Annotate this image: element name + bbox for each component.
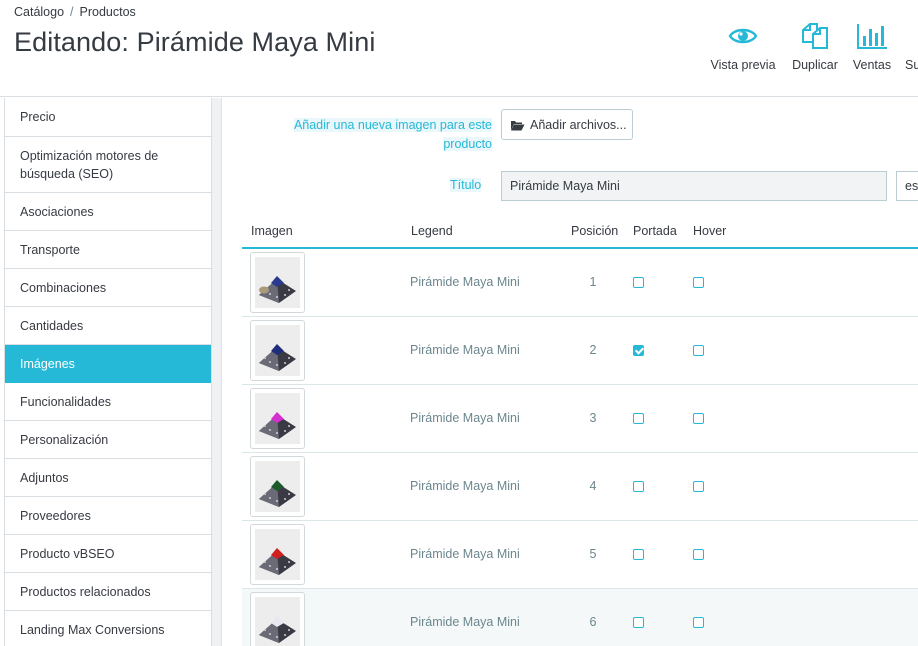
images-table: Imagen Legend Posición Portada Hover Pir…	[242, 216, 918, 646]
upload-label: Añadir una nueva imagen para este produc…	[293, 118, 492, 151]
header-position: Posición	[571, 224, 619, 238]
more-label: Su	[905, 58, 918, 72]
product-thumbnail[interactable]	[250, 388, 305, 449]
title-input[interactable]: Pirámide Maya Mini	[501, 171, 887, 201]
row-legend: Pirámide Maya Mini	[410, 343, 520, 357]
table-row[interactable]: Pirámide Maya Mini 3	[242, 385, 918, 453]
breadcrumb-separator: /	[70, 5, 74, 19]
header-hover: Hover	[693, 224, 727, 238]
pyramid-image	[255, 393, 300, 444]
sidebar-item-related-products[interactable]: Productos relacionados	[5, 573, 211, 611]
row-position: 1	[589, 275, 597, 289]
pyramid-graphic	[255, 529, 300, 580]
row-legend: Pirámide Maya Mini	[410, 615, 520, 629]
table-row[interactable]: Pirámide Maya Mini 2	[242, 317, 918, 385]
copy-icon	[802, 23, 828, 49]
header-cover: Portada	[633, 224, 677, 238]
hover-checkbox[interactable]	[693, 617, 704, 628]
sidebar-item-images[interactable]: Imágenes	[5, 345, 211, 383]
pyramid-graphic	[255, 393, 300, 444]
product-tabs-sidebar: Precio Optimización motores de búsqueda …	[4, 98, 212, 646]
hover-checkbox[interactable]	[693, 549, 704, 560]
cover-checkbox[interactable]	[633, 345, 644, 356]
table-row[interactable]: Pirámide Maya Mini 4	[242, 453, 918, 521]
pyramid-image	[255, 325, 300, 376]
preview-label: Vista previa	[710, 58, 776, 72]
title-label: Título	[450, 178, 482, 192]
row-position: 3	[589, 411, 597, 425]
sidebar-divider	[212, 98, 222, 646]
sales-button[interactable]: Ventas	[851, 20, 893, 72]
images-panel: Añadir una nueva imagen para este produc…	[222, 98, 918, 646]
header-image: Imagen	[251, 224, 293, 238]
cover-checkbox[interactable]	[633, 549, 644, 560]
sidebar-item-features[interactable]: Funcionalidades	[5, 383, 211, 421]
duplicate-button[interactable]: Duplicar	[790, 20, 840, 72]
pyramid-graphic	[255, 257, 300, 308]
table-row[interactable]: Pirámide Maya Mini 1	[242, 249, 918, 317]
cover-checkbox[interactable]	[633, 413, 644, 424]
hover-checkbox[interactable]	[693, 277, 704, 288]
sales-label: Ventas	[852, 58, 892, 72]
sidebar-item-price[interactable]: Precio	[5, 98, 211, 137]
pyramid-graphic	[255, 325, 300, 376]
hover-checkbox[interactable]	[693, 481, 704, 492]
row-position: 6	[589, 615, 597, 629]
sidebar-item-landing-max[interactable]: Landing Max Conversions	[5, 611, 211, 646]
row-position: 5	[589, 547, 597, 561]
product-thumbnail[interactable]	[250, 592, 305, 646]
row-legend: Pirámide Maya Mini	[410, 275, 520, 289]
language-select[interactable]: es	[896, 171, 918, 201]
breadcrumb: Catálogo / Productos	[14, 5, 136, 19]
add-files-label: Añadir archivos...	[530, 117, 627, 132]
page-header: Catálogo / Productos Editando: Pirámide Ma…	[0, 0, 918, 97]
pyramid-graphic	[255, 461, 300, 512]
product-thumbnail[interactable]	[250, 456, 305, 517]
sidebar-item-attachments[interactable]: Adjuntos	[5, 459, 211, 497]
cover-checkbox[interactable]	[633, 277, 644, 288]
header-legend: Legend	[411, 224, 453, 238]
bar-chart-icon	[857, 24, 887, 49]
sidebar-item-suppliers[interactable]: Proveedores	[5, 497, 211, 535]
product-thumbnail[interactable]	[250, 252, 305, 313]
table-row[interactable]: Pirámide Maya Mini 6	[242, 589, 918, 646]
row-legend: Pirámide Maya Mini	[410, 411, 520, 425]
cover-checkbox[interactable]	[633, 481, 644, 492]
row-legend: Pirámide Maya Mini	[410, 547, 520, 561]
pyramid-image	[255, 461, 300, 512]
pyramid-image	[255, 597, 300, 646]
sidebar-item-seo[interactable]: Optimización motores de búsqueda (SEO)	[5, 137, 211, 193]
sidebar-item-combinations[interactable]: Combinaciones	[5, 269, 211, 307]
sidebar-item-customization[interactable]: Personalización	[5, 421, 211, 459]
pyramid-image	[255, 257, 300, 308]
breadcrumb-catalog-link[interactable]: Catálogo	[14, 5, 64, 19]
sidebar-item-quantities[interactable]: Cantidades	[5, 307, 211, 345]
table-header: Imagen Legend Posición Portada Hover	[242, 216, 918, 249]
pyramid-image	[255, 529, 300, 580]
preview-button[interactable]: Vista previa	[710, 20, 776, 72]
eye-icon	[728, 28, 758, 44]
folder-open-icon	[511, 120, 525, 130]
breadcrumb-products-link[interactable]: Productos	[80, 5, 136, 19]
page-title: Editando: Pirámide Maya Mini	[14, 27, 376, 57]
sidebar-item-shipping[interactable]: Transporte	[5, 231, 211, 269]
product-thumbnail[interactable]	[250, 320, 305, 381]
sidebar-item-vbseo[interactable]: Producto vBSEO	[5, 535, 211, 573]
row-legend: Pirámide Maya Mini	[410, 479, 520, 493]
row-position: 4	[589, 479, 597, 493]
hover-checkbox[interactable]	[693, 413, 704, 424]
product-thumbnail[interactable]	[250, 524, 305, 585]
duplicate-label: Duplicar	[792, 58, 838, 72]
sidebar-item-associations[interactable]: Asociaciones	[5, 193, 211, 231]
hover-checkbox[interactable]	[693, 345, 704, 356]
cover-checkbox[interactable]	[633, 617, 644, 628]
add-files-button[interactable]: Añadir archivos...	[501, 109, 633, 140]
pyramid-graphic	[255, 597, 300, 646]
row-position: 2	[589, 343, 597, 357]
more-button[interactable]: Su	[905, 20, 918, 72]
table-row[interactable]: Pirámide Maya Mini 5	[242, 521, 918, 589]
